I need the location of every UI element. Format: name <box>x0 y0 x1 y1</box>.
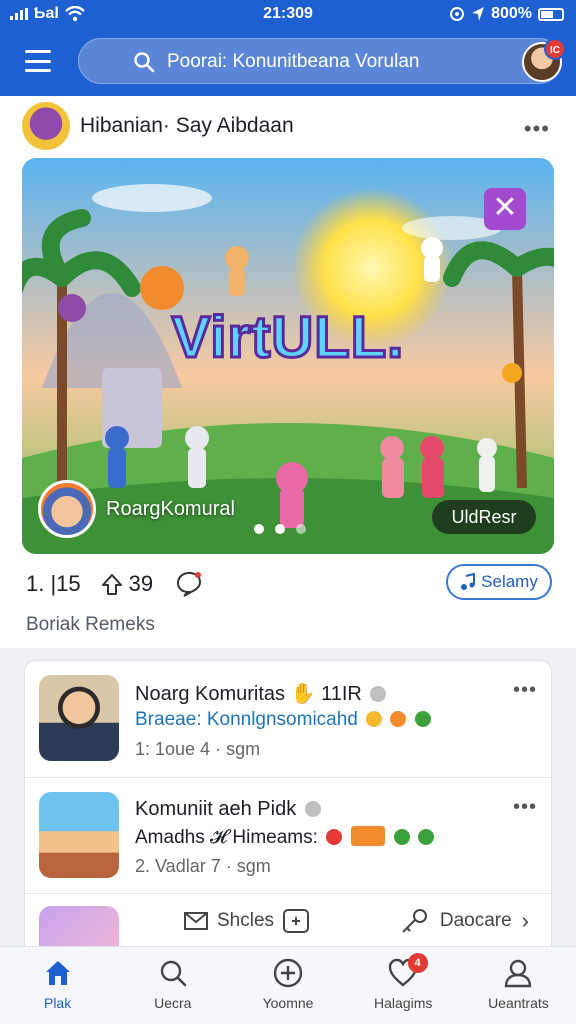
music-note-icon <box>461 573 476 590</box>
more-options-icon[interactable]: ••• <box>513 679 537 702</box>
hero-tag[interactable]: UldResr <box>432 500 536 534</box>
key-icon <box>402 909 427 933</box>
notification-badge: IC <box>544 38 566 60</box>
author-avatar[interactable] <box>22 102 70 150</box>
community-subtitle-text: Amadhs 𝓗 Himeams: <box>135 827 318 848</box>
comment-icon[interactable] <box>175 570 203 598</box>
more-options-icon[interactable]: ••• <box>513 796 537 819</box>
nav-label: Halagims <box>374 995 433 1011</box>
community-title[interactable]: Noarg Komuritas ✋ 11IR <box>135 681 387 706</box>
community-thumbnail[interactable] <box>39 675 119 761</box>
share-button[interactable]: Shcles <box>183 908 310 934</box>
save-label: Selamy <box>481 572 538 591</box>
carousel-dot[interactable] <box>296 524 306 534</box>
clover-icon <box>418 829 435 845</box>
search-icon <box>160 960 187 987</box>
verified-icon <box>304 801 321 817</box>
list-item[interactable]: Noarg Komuritas ✋ 11IR Braeae: Konnlgnso… <box>25 661 551 777</box>
status-right: 800% <box>449 5 564 23</box>
home-icon <box>45 961 70 985</box>
community-title-text: Noarg Komuritas <box>135 683 286 705</box>
repost-count: 39 <box>128 571 154 596</box>
discover-button[interactable]: Daocare › <box>400 908 529 934</box>
add-icon <box>273 958 303 988</box>
share-label: Shcles <box>217 910 275 931</box>
feed-post: Hibanian· Say Aibdaan ••• VirtULL. ✕ Roa… <box>0 96 576 648</box>
carousel-dot[interactable] <box>275 524 285 534</box>
community-list: Noarg Komuritas ✋ 11IR Braeae: Konnlgnso… <box>24 660 552 960</box>
repost-icon[interactable] <box>99 571 125 597</box>
nav-activity[interactable]: 4 Halagims <box>346 947 461 1024</box>
search-icon <box>134 52 155 73</box>
expand-icon <box>283 909 310 933</box>
emoji-icon <box>366 711 383 727</box>
community-title-suffix: 11IR <box>321 683 362 705</box>
community-meta: 2. Vadlar 7 · sgm <box>135 856 271 876</box>
community-title[interactable]: Komuniit aeh Pidk <box>135 798 321 821</box>
alarm-icon <box>450 7 465 21</box>
nav-search[interactable]: Uecra <box>115 947 230 1024</box>
community-subtitle: Braeae: Konnlgnsomicahd <box>135 709 431 731</box>
nav-create[interactable]: Yoomne <box>230 947 345 1024</box>
list-item[interactable]: Komuniit aeh Pidk Amadhs 𝓗 Himeams: 2. V… <box>25 777 551 893</box>
community-name[interactable]: RoargKomural <box>106 498 235 521</box>
hero-image[interactable]: VirtULL. ✕ RoargKomural UldResr <box>22 158 554 554</box>
nav-home[interactable]: Plak <box>0 947 115 1024</box>
community-meta: 1: 1oue 4 · sgm <box>135 739 261 759</box>
nav-label: Ueantrats <box>488 995 549 1011</box>
status-bar: Ƅal 21:309 800% <box>0 0 576 30</box>
carousel-indicator[interactable] <box>254 524 306 534</box>
community-avatar[interactable] <box>38 480 96 538</box>
post-author[interactable]: Hibanian· Say Aibdaan <box>80 114 294 138</box>
post-caption[interactable]: Boriak Remeks <box>26 614 155 636</box>
save-button[interactable]: Selamy <box>446 564 552 600</box>
verified-icon <box>370 686 387 702</box>
like-count[interactable]: 1. |15 <box>26 571 81 597</box>
notification-badge: 4 <box>407 953 428 973</box>
discover-label: Daocare <box>439 910 512 931</box>
tag-icon <box>351 826 386 846</box>
post-stats: 1. |15 39 <box>26 570 203 598</box>
chevron-right-icon: › <box>521 908 529 933</box>
flower-icon <box>326 829 343 845</box>
community-subtitle: Amadhs 𝓗 Himeams: <box>135 826 435 849</box>
nav-profile[interactable]: Ueantrats <box>461 947 576 1024</box>
top-bar: Ƅal 21:309 800% Poorai: Konunitbeana Vor… <box>0 0 576 96</box>
emoji-icon <box>393 829 410 845</box>
search-input[interactable]: Poorai: Konunitbeana Vorulan <box>167 51 419 73</box>
bottom-nav: Plak Uecra Yoomne 4 Halagims Ueantrats <box>0 946 576 1024</box>
hero-title: VirtULL. <box>170 304 405 372</box>
location-icon <box>472 7 485 21</box>
clover-icon <box>414 711 431 727</box>
profile-icon <box>505 959 532 988</box>
carousel-dot[interactable] <box>254 524 264 534</box>
nav-label: Uecra <box>154 995 192 1011</box>
battery-icon <box>538 7 564 21</box>
battery-percent: 800% <box>491 5 532 22</box>
community-title-text: Komuniit aeh Pidk <box>135 798 297 820</box>
community-subtitle-text: Braeae: Konnlgnsomicahd <box>135 709 358 730</box>
nav-label: Yoomne <box>262 995 314 1011</box>
community-thumbnail[interactable] <box>39 792 119 878</box>
menu-icon[interactable] <box>22 48 54 74</box>
emoji-icon <box>390 711 407 727</box>
nav-label: Plak <box>43 995 72 1011</box>
more-options-icon[interactable]: ••• <box>524 116 550 142</box>
close-icon[interactable]: ✕ <box>484 188 526 230</box>
mail-icon <box>184 912 208 930</box>
search-bar[interactable]: Poorai: Konunitbeana Vorulan <box>78 38 562 84</box>
hand-icon: ✋ <box>290 683 316 705</box>
